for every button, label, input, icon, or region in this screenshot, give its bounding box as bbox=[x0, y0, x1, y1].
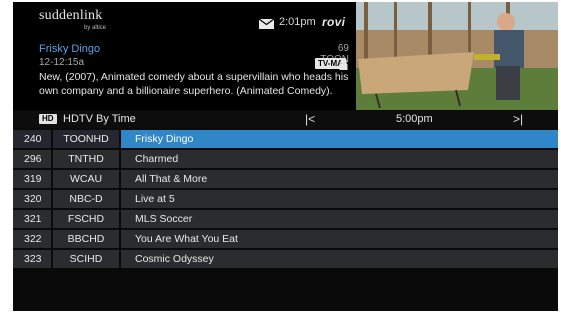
program-cell[interactable]: All That & More bbox=[121, 170, 558, 188]
program-cell[interactable]: MLS Soccer bbox=[121, 210, 558, 228]
next-time-button[interactable]: >| bbox=[513, 112, 523, 126]
channel-number: 322 bbox=[13, 230, 51, 248]
channel-guide-grid: 240 TOONHD Frisky Dingo 296 TNTHD Charme… bbox=[13, 130, 558, 270]
rovi-logo: rovi bbox=[322, 15, 346, 29]
program-cell[interactable]: Frisky Dingo bbox=[121, 130, 558, 148]
channel-callsign: BBCHD bbox=[53, 230, 119, 248]
channel-number: 240 bbox=[13, 130, 51, 148]
tv-guide-screen: suddenlink by altice 2:01pm rovi Frisky … bbox=[13, 2, 558, 311]
previous-time-button[interactable]: |< bbox=[305, 112, 315, 126]
brand-logo: suddenlink bbox=[39, 8, 103, 23]
program-time: 12-12:15a bbox=[39, 57, 85, 68]
lock-icon[interactable] bbox=[339, 57, 348, 70]
channel-number: 320 bbox=[13, 190, 51, 208]
channel-callsign: TNTHD bbox=[53, 150, 119, 168]
program-cell[interactable]: Live at 5 bbox=[121, 190, 558, 208]
program-title: Frisky Dingo bbox=[39, 43, 101, 55]
channel-callsign: TOONHD bbox=[53, 130, 119, 148]
guide-view-label[interactable]: HDTV By Time bbox=[63, 113, 136, 125]
channel-callsign: SCIHD bbox=[53, 250, 119, 268]
guide-row-296[interactable]: 296 TNTHD Charmed bbox=[13, 150, 558, 168]
channel-number: 319 bbox=[13, 170, 51, 188]
program-cell[interactable]: Charmed bbox=[121, 150, 558, 168]
channel-callsign: NBC-D bbox=[53, 190, 119, 208]
program-info-panel: suddenlink by altice 2:01pm rovi Frisky … bbox=[13, 2, 558, 110]
envelope-icon[interactable] bbox=[259, 19, 274, 29]
guide-row-240[interactable]: 240 TOONHD Frisky Dingo bbox=[13, 130, 558, 148]
channel-number: 296 bbox=[13, 150, 51, 168]
guide-time-bar: HD HDTV By Time |< 5:00pm >| bbox=[13, 111, 558, 128]
channel-callsign: FSCHD bbox=[53, 210, 119, 228]
guide-row-321[interactable]: 321 FSCHD MLS Soccer bbox=[13, 210, 558, 228]
guide-row-323[interactable]: 323 SCIHD Cosmic Odyssey bbox=[13, 250, 558, 268]
clock: 2:01pm bbox=[279, 16, 316, 28]
program-description: New, (2007), Animated comedy about a sup… bbox=[39, 71, 349, 97]
program-cell[interactable]: You Are What You Eat bbox=[121, 230, 558, 248]
hd-badge: HD bbox=[39, 114, 57, 124]
channel-number: 323 bbox=[13, 250, 51, 268]
time-slot-label: 5:00pm bbox=[396, 113, 433, 125]
channel-callsign: WCAU bbox=[53, 170, 119, 188]
live-preview-video[interactable] bbox=[356, 2, 558, 110]
brand-logo-sub: by altice bbox=[84, 25, 107, 31]
channel-number: 321 bbox=[13, 210, 51, 228]
guide-row-320[interactable]: 320 NBC-D Live at 5 bbox=[13, 190, 558, 208]
program-cell[interactable]: Cosmic Odyssey bbox=[121, 250, 558, 268]
guide-row-319[interactable]: 319 WCAU All That & More bbox=[13, 170, 558, 188]
guide-row-322[interactable]: 322 BBCHD You Are What You Eat bbox=[13, 230, 558, 248]
